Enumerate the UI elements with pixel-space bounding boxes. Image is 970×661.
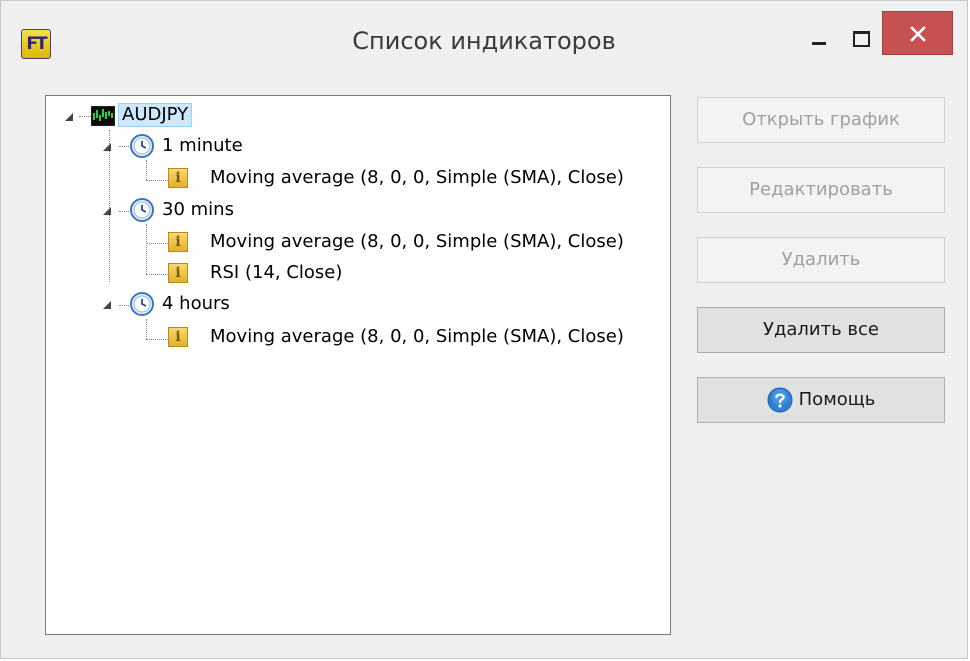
- chart-icon: [91, 106, 115, 126]
- indicator-icon: i: [168, 232, 188, 252]
- tree-node-indicator[interactable]: i Moving average (8, 0, 0, Simple (SMA),…: [168, 164, 668, 194]
- tree-node-indicator[interactable]: i Moving average (8, 0, 0, Simple (SMA),…: [168, 228, 668, 258]
- tree-node-label-indicator[interactable]: Moving average (8, 0, 0, Simple (SMA), C…: [210, 167, 624, 189]
- tree-node-root[interactable]: AUDJPY: [64, 102, 264, 132]
- clock-icon: [130, 134, 154, 158]
- open-chart-button[interactable]: Открыть график: [697, 97, 945, 143]
- help-icon: [767, 387, 793, 413]
- minimize-icon: [812, 42, 826, 45]
- delete-all-button[interactable]: Удалить все: [697, 307, 945, 353]
- tree-connector: [146, 274, 168, 275]
- help-button[interactable]: Помощь: [697, 377, 945, 423]
- tree-node-label-group[interactable]: 4 hours: [162, 293, 230, 315]
- tree-connector: [146, 180, 168, 181]
- indicator-icon: i: [168, 327, 188, 347]
- close-button[interactable]: [882, 11, 953, 55]
- tree-node-label-root[interactable]: AUDJPY: [118, 103, 193, 127]
- tree-node-group[interactable]: 30 mins: [102, 196, 302, 226]
- indicator-list-dialog: FT Список индикаторов AUDJPY 1 minute i …: [0, 0, 968, 659]
- tree-node-label-indicator[interactable]: Moving average (8, 0, 0, Simple (SMA), C…: [210, 326, 624, 348]
- collapse-triangle-icon[interactable]: [102, 142, 112, 152]
- tree-node-label-group[interactable]: 1 minute: [162, 135, 243, 157]
- collapse-triangle-icon[interactable]: [102, 300, 112, 310]
- minimize-button[interactable]: [796, 13, 842, 57]
- maximize-button[interactable]: [839, 13, 885, 57]
- tree-connector: [146, 224, 147, 274]
- indicator-icon: i: [168, 168, 188, 188]
- edit-button[interactable]: Редактировать: [697, 167, 945, 213]
- help-button-content: Помощь: [767, 378, 876, 422]
- tree-connector: [146, 339, 168, 340]
- tree-node-label-indicator[interactable]: RSI (14, Close): [210, 262, 342, 284]
- tree-connector: [146, 160, 147, 180]
- tree-node-indicator[interactable]: i RSI (14, Close): [168, 259, 668, 289]
- delete-button[interactable]: Удалить: [697, 237, 945, 283]
- maximize-icon: [853, 31, 870, 47]
- indicator-tree[interactable]: AUDJPY 1 minute i Moving average (8, 0, …: [45, 95, 671, 635]
- tree-connector: [146, 319, 147, 339]
- tree-node-label-indicator[interactable]: Moving average (8, 0, 0, Simple (SMA), C…: [210, 231, 624, 253]
- help-button-label: Помощь: [798, 389, 876, 410]
- collapse-triangle-icon[interactable]: [64, 112, 74, 122]
- indicator-icon: i: [168, 263, 188, 283]
- tree-node-group[interactable]: 4 hours: [102, 290, 302, 320]
- close-icon: [910, 26, 926, 42]
- clock-icon: [130, 292, 154, 316]
- tree-node-group[interactable]: 1 minute: [102, 132, 302, 162]
- tree-node-label-group[interactable]: 30 mins: [162, 199, 234, 221]
- clock-icon: [130, 198, 154, 222]
- tree-connector: [146, 243, 168, 244]
- title-bar[interactable]: FT Список индикаторов: [1, 1, 967, 87]
- tree-node-indicator[interactable]: i Moving average (8, 0, 0, Simple (SMA),…: [168, 323, 668, 353]
- collapse-triangle-icon[interactable]: [102, 206, 112, 216]
